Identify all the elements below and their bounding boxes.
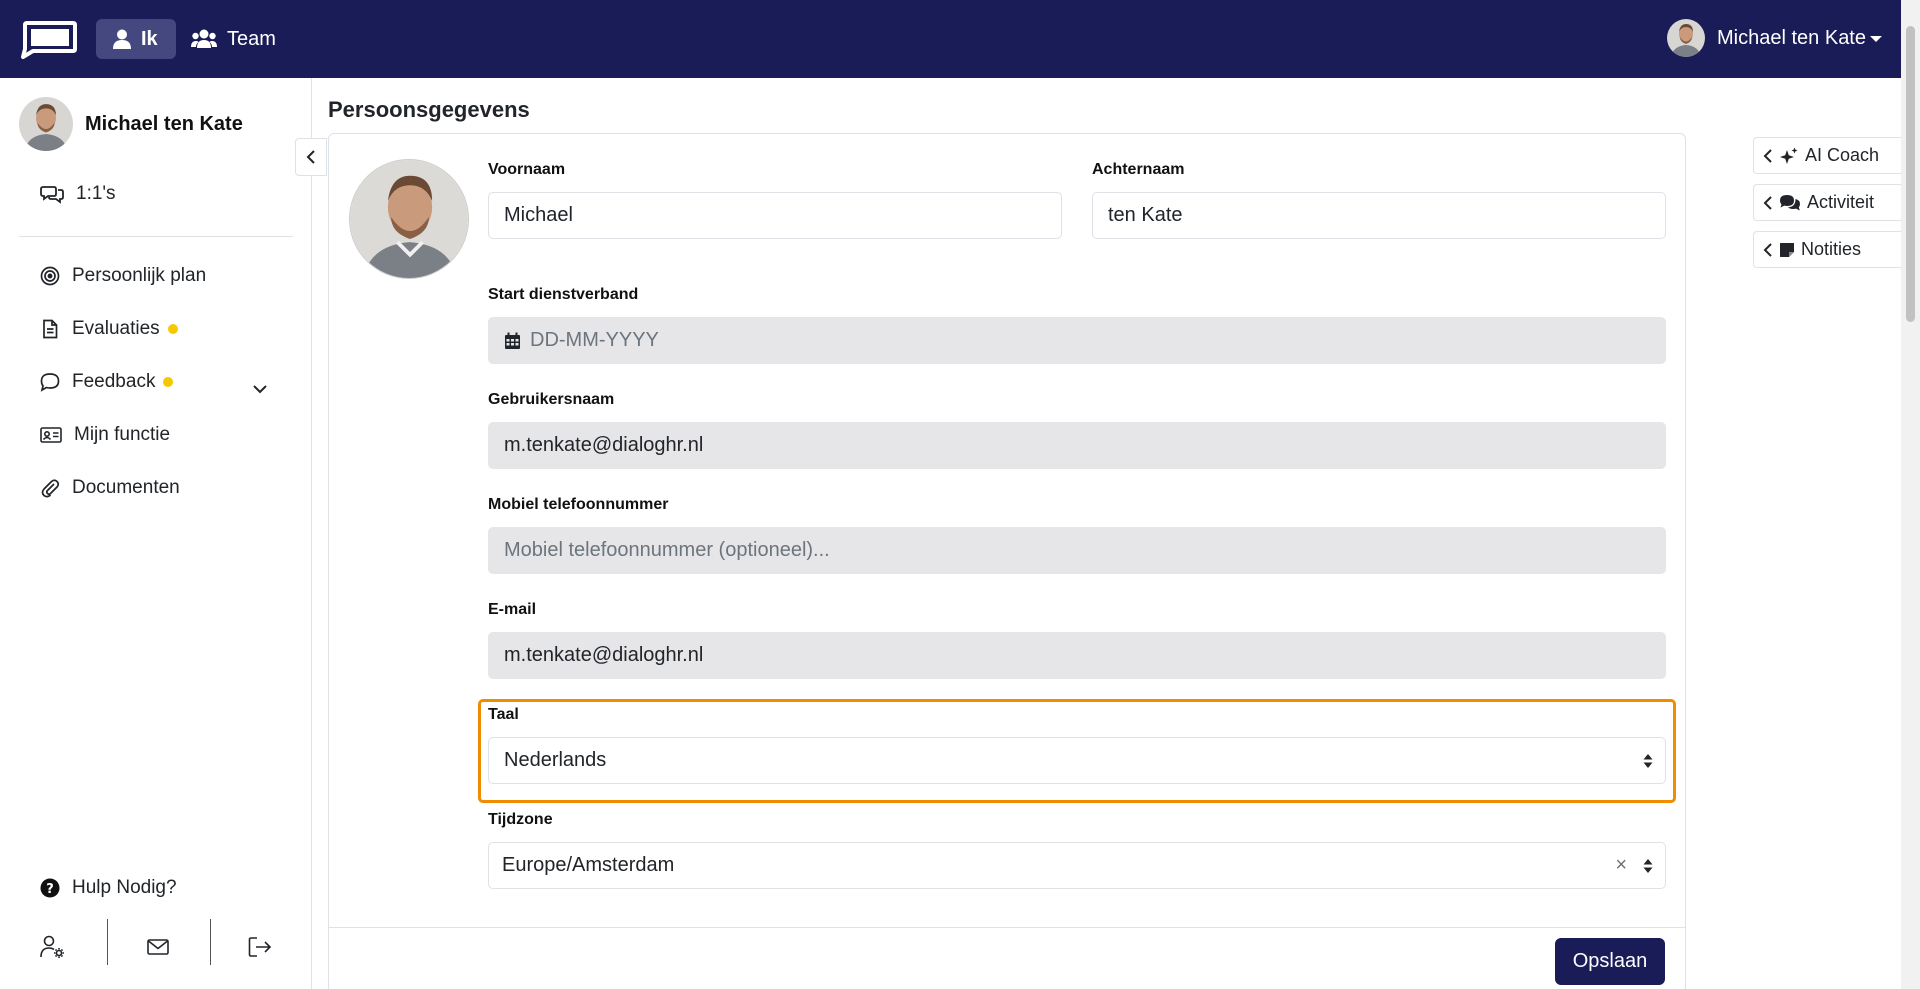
user-gear-icon [40,935,64,958]
help-link[interactable]: ? Hulp Nodig? [40,877,177,899]
sidebar-item-documenten[interactable]: Documenten [40,477,180,499]
sidebar-item-label: Persoonlijk plan [72,265,207,286]
last-name-label: Achternaam [1092,161,1185,178]
page-scrollbar[interactable] [1901,0,1920,989]
sparkles-icon [1780,147,1798,164]
user-settings-button[interactable] [33,927,73,967]
timezone-label: Tijdzone [488,811,553,828]
logout-button[interactable] [240,927,280,967]
clear-icon[interactable]: × [1615,854,1627,877]
tab-activiteit[interactable]: Activiteit [1753,184,1901,221]
nav-tab-ik[interactable]: Ik [96,19,176,59]
sidebar-item-label: Documenten [72,477,180,498]
page-title: Persoonsgegevens [328,97,530,122]
chevron-left-icon [1763,242,1772,257]
caret-down-icon [1870,36,1882,42]
user-menu-name: Michael ten Kate [1717,26,1866,49]
sidebar-item-persoonlijk-plan[interactable]: Persoonlijk plan [40,265,206,287]
email-value: m.tenkate@dialoghr.nl [504,644,704,666]
calendar-icon [505,332,520,349]
chevron-down-icon[interactable] [252,381,268,397]
notification-dot [163,377,174,387]
sidebar-item-mijn-functie[interactable]: Mijn functie [40,424,170,446]
chevron-left-icon [1763,148,1772,163]
timezone-select[interactable]: Europe/Amsterdam × [488,842,1666,889]
top-navbar: Ik Team Michael ten Kate [0,0,1901,78]
save-button[interactable]: Opslaan [1555,938,1665,985]
select-arrows-icon [1643,754,1653,768]
last-name-value: ten Kate [1108,204,1183,226]
messages-button[interactable] [138,927,178,967]
profile-photo[interactable] [349,159,469,279]
help-link-label: Hulp Nodig? [72,877,177,898]
start-date-input[interactable]: DD-MM-YYYY [488,317,1666,364]
notification-dot [167,324,178,334]
username-input[interactable]: m.tenkate@dialoghr.nl [488,422,1666,469]
svg-text:?: ? [46,882,54,897]
avatar [1667,19,1706,57]
tab-activiteit-label: Activiteit [1807,192,1875,212]
sidebar-item-label: Mijn functie [74,424,171,445]
logout-icon [248,937,272,957]
target-icon [40,266,60,286]
nav-tab-ik-label: Ik [141,27,158,50]
tab-notities[interactable]: Notities [1753,231,1901,268]
nav-tab-team-label: Team [227,27,276,50]
nav-tab-team[interactable]: Team [189,19,293,59]
first-name-label: Voornaam [488,161,566,178]
start-date-label: Start dienstverband [488,286,639,303]
sidebar-footer [0,919,312,989]
sidebar: Michael ten Kate 1:1's Persoonlijk plan … [0,78,312,989]
users-icon [191,29,217,48]
sidebar-item-evaluaties[interactable]: Evaluaties [40,318,178,340]
sidebar-item-label: Evaluaties [72,318,160,339]
user-icon [113,29,131,49]
footer-divider [107,919,108,965]
chevron-left-icon [1763,195,1772,210]
username-label: Gebruikersnaam [488,391,615,408]
sidebar-item-label: 1:1's [76,183,116,204]
email-label: E-mail [488,601,537,618]
sidebar-item-feedback[interactable]: Feedback [40,371,174,393]
comments-icon [1780,194,1800,210]
card-footer-divider [329,927,1685,928]
sticky-note-icon [1780,242,1794,257]
language-value: Nederlands [504,749,607,771]
sidebar-profile[interactable]: Michael ten Kate [19,97,243,151]
phone-label: Mobiel telefoonnummer [488,496,669,513]
start-date-placeholder: DD-MM-YYYY [530,329,659,351]
paperclip-icon [41,479,60,498]
language-label: Taal [488,706,519,723]
scrollbar-thumb[interactable] [1906,26,1915,322]
chat-bubbles-icon [40,186,64,204]
collapse-sidebar-button[interactable] [295,138,327,176]
username-value: m.tenkate@dialoghr.nl [504,434,704,456]
language-select[interactable]: Nederlands [488,737,1666,784]
dialog-logo-icon[interactable] [19,19,77,59]
select-arrows-icon [1643,859,1653,873]
sidebar-item-one-on-ones[interactable]: 1:1's [40,182,116,206]
sidebar-profile-name: Michael ten Kate [85,112,243,135]
id-card-icon [40,427,62,443]
sidebar-item-label: Feedback [72,371,156,392]
first-name-input[interactable]: Michael [488,192,1062,239]
avatar [19,97,73,151]
question-circle-icon: ? [40,878,60,898]
footer-divider [210,919,211,965]
envelope-icon [147,939,169,955]
timezone-value: Europe/Amsterdam [502,854,675,876]
document-icon [43,319,58,339]
chevron-left-icon [306,150,315,164]
email-input[interactable]: m.tenkate@dialoghr.nl [488,632,1666,679]
tab-notities-label: Notities [1801,239,1862,259]
first-name-value: Michael [504,204,573,226]
tab-ai-coach[interactable]: AI Coach [1753,137,1901,174]
phone-placeholder: Mobiel telefoonnummer (optioneel)... [504,539,830,561]
last-name-input[interactable]: ten Kate [1092,192,1666,239]
sidebar-divider [19,236,293,237]
phone-input[interactable]: Mobiel telefoonnummer (optioneel)... [488,527,1666,574]
speech-bubble-icon [40,373,60,392]
user-menu-dropdown[interactable]: Michael ten Kate [1667,14,1882,62]
tab-ai-coach-label: AI Coach [1805,145,1880,165]
